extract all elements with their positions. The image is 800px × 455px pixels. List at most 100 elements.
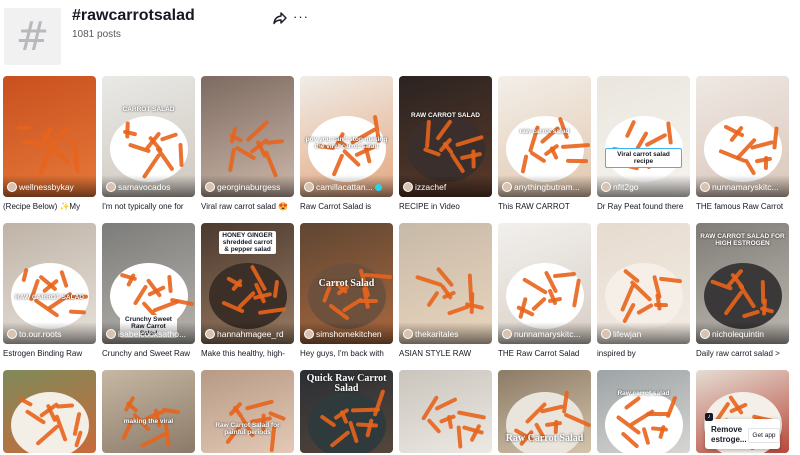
avatar[interactable] (601, 182, 611, 192)
author-username[interactable]: wellnessbykay (19, 182, 94, 192)
author-bar[interactable]: hannahmagee_rd (201, 322, 294, 344)
author-bar[interactable]: nunnamaryskitc... (498, 322, 591, 344)
author-bar[interactable]: nicholequintin (696, 322, 789, 344)
video-card[interactable] (399, 370, 492, 453)
video-card[interactable]: nunnamaryskitc... THE famous Raw Carrot (696, 76, 789, 212)
avatar[interactable] (205, 329, 215, 339)
video-thumbnail[interactable]: Crunchy Sweet Raw Carrot Saladisabelcook… (102, 223, 195, 344)
author-bar[interactable]: nfit2go (597, 175, 690, 197)
video-card[interactable]: Viral carrot salad recipe nfit2go Dr Ray P… (597, 76, 690, 212)
avatar[interactable] (7, 329, 17, 339)
video-thumbnail[interactable]: Raw Carrot Salad (498, 370, 591, 453)
video-card[interactable]: Raw carrot salad (597, 370, 690, 453)
video-thumbnail[interactable]: nunnamaryskitc... (498, 223, 591, 344)
author-bar[interactable]: isabelcooksatho... (102, 322, 195, 344)
author-username[interactable]: isabelcooksatho... (118, 329, 193, 339)
video-caption[interactable]: Daily raw carrot salad > (696, 348, 789, 359)
more-options-icon[interactable]: ··· (293, 10, 309, 24)
video-caption[interactable]: Raw Carrot Salad is (300, 201, 393, 212)
avatar[interactable] (106, 329, 116, 339)
video-card[interactable]: Raw Carrot Salad for painful periods (201, 370, 294, 453)
video-caption[interactable]: This RAW CARROT (498, 201, 591, 212)
avatar[interactable] (601, 329, 611, 339)
video-card[interactable]: nunnamaryskitc... THE Raw Carrot Salad (498, 223, 591, 359)
author-username[interactable]: lifewjan (613, 329, 688, 339)
avatar[interactable] (403, 182, 413, 192)
author-username[interactable]: nunnamaryskitc... (712, 182, 787, 192)
video-thumbnail[interactable]: thekaritales (399, 223, 492, 344)
author-username[interactable]: nfit2go (613, 182, 688, 192)
avatar[interactable] (502, 329, 512, 339)
video-thumbnail[interactable]: Carrot Salad simshomekitchen (300, 223, 393, 344)
author-username[interactable]: nunnamaryskitc... (514, 329, 589, 339)
video-thumbnail[interactable] (399, 370, 492, 453)
avatar[interactable] (700, 329, 710, 339)
video-caption[interactable]: THE famous Raw Carrot (696, 201, 789, 212)
author-bar[interactable]: camillacattan... (300, 175, 393, 197)
author-bar[interactable]: thekaritales (399, 322, 492, 344)
video-thumbnail[interactable]: wellnessbykay (3, 76, 96, 197)
video-card[interactable]: CARROT SALAD samavocados I'm not typically… (102, 76, 195, 212)
author-username[interactable]: to.our.roots (19, 329, 94, 339)
avatar[interactable] (700, 182, 710, 192)
video-caption[interactable]: THE Raw Carrot Salad (498, 348, 591, 359)
author-username[interactable]: simshomekitchen (316, 329, 391, 339)
video-thumbnail[interactable]: Raw carrot salad (597, 370, 690, 453)
author-username[interactable]: thekaritales (415, 329, 490, 339)
video-card[interactable]: Crunchy Sweet Raw Carrot Saladisabelcook… (102, 223, 195, 359)
video-card[interactable]: making the viral (102, 370, 195, 453)
video-card[interactable]: thekaritales ASIAN STYLE RAW (399, 223, 492, 359)
author-bar[interactable]: wellnessbykay (3, 175, 96, 197)
author-bar[interactable]: anythingbutram... (498, 175, 591, 197)
share-arrow-icon[interactable] (273, 11, 287, 25)
video-caption[interactable]: I'm not typically one for (102, 201, 195, 212)
avatar[interactable] (403, 329, 413, 339)
video-card[interactable]: wellnessbykay (Recipe Below) ✨My (3, 76, 96, 212)
video-card[interactable]: lifewjan inspired by (597, 223, 690, 359)
author-bar[interactable]: georginaburgess (201, 175, 294, 197)
video-thumbnail[interactable]: CARROT SALAD samavocados (102, 76, 195, 197)
video-caption[interactable]: Viral raw carrot salad 😍 (201, 201, 294, 212)
video-thumbnail[interactable]: nunnamaryskitc... (696, 76, 789, 197)
avatar[interactable] (7, 182, 17, 192)
video-thumbnail[interactable]: HONEY GINGER shredded carrot & pepper sa… (201, 223, 294, 344)
video-caption[interactable]: RECIPE in Video (399, 201, 492, 212)
video-thumbnail[interactable]: lifewjan (597, 223, 690, 344)
video-caption[interactable]: ASIAN STYLE RAW (399, 348, 492, 359)
video-thumbnail[interactable]: Quick Raw Carrot Salad (300, 370, 393, 453)
video-thumbnail[interactable] (3, 370, 96, 453)
video-card[interactable]: raw carrot salad anythingbutram... This RA… (498, 76, 591, 212)
video-thumbnail[interactable]: RAW CARROT SALAD to.our.roots (3, 223, 96, 344)
video-thumbnail[interactable]: RAW CARROT SALAD izzachef (399, 76, 492, 197)
author-bar[interactable]: izzachef (399, 175, 492, 197)
video-card[interactable]: RAW CARROT SALAD izzachef RECIPE in Video (399, 76, 492, 212)
video-caption[interactable]: Estrogen Binding Raw (3, 348, 96, 359)
author-bar[interactable]: simshomekitchen (300, 322, 393, 344)
avatar[interactable] (502, 182, 512, 192)
video-caption[interactable]: Make this healthy, high- (201, 348, 294, 359)
video-card[interactable]: Quick Raw Carrot Salad (300, 370, 393, 453)
get-app-button[interactable]: Get app (748, 428, 780, 443)
video-card[interactable]: Raw Carrot Salad (498, 370, 591, 453)
video-thumbnail[interactable]: georginaburgess (201, 76, 294, 197)
video-caption[interactable]: Crunchy and Sweet Raw (102, 348, 195, 359)
video-thumbnail[interactable]: making the viral (102, 370, 195, 453)
video-card[interactable]: Carrot Salad simshomekitchen Hey guys, I'm… (300, 223, 393, 359)
author-username[interactable]: nicholequintin (712, 329, 787, 339)
author-username[interactable]: samavocados (118, 182, 193, 192)
author-username[interactable]: hannahmagee_rd (217, 329, 292, 339)
author-bar[interactable]: nunnamaryskitc... (696, 175, 789, 197)
video-thumbnail[interactable]: pov you can't stop making the viral carr… (300, 76, 393, 197)
author-bar[interactable]: lifewjan (597, 322, 690, 344)
video-thumbnail[interactable]: Viral carrot salad recipe nfit2go (597, 76, 690, 197)
video-caption[interactable]: Hey guys, I'm back with (300, 348, 393, 359)
avatar[interactable] (304, 182, 314, 192)
video-thumbnail[interactable]: raw carrot salad anythingbutram... (498, 76, 591, 197)
video-caption[interactable]: inspired by (597, 348, 690, 359)
author-username[interactable]: georginaburgess (217, 182, 292, 192)
avatar[interactable] (304, 329, 314, 339)
author-bar[interactable]: to.our.roots (3, 322, 96, 344)
avatar[interactable] (106, 182, 116, 192)
video-card[interactable]: HONEY GINGER shredded carrot & pepper sa… (201, 223, 294, 359)
author-bar[interactable]: samavocados (102, 175, 195, 197)
